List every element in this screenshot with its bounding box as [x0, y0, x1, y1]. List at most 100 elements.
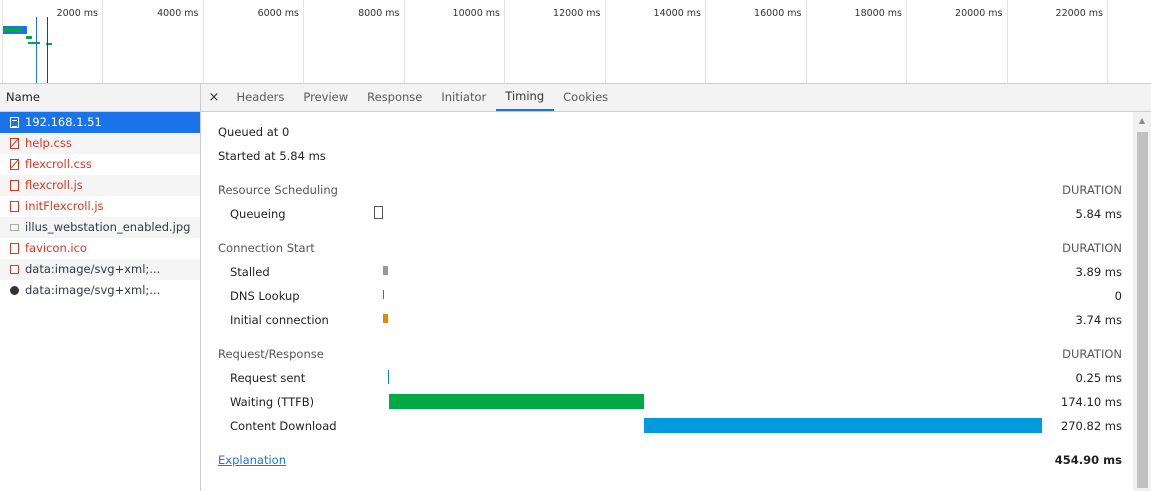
connection-start-title: Connection Start	[218, 241, 315, 255]
scroll-up-arrow-icon[interactable]: ▲	[1133, 112, 1151, 130]
dom-content-loaded-line	[36, 17, 37, 83]
overview-tick-label: 2000 ms	[56, 8, 98, 19]
vertical-scrollbar[interactable]: ▲	[1133, 112, 1151, 491]
request-list: 192.168.1.51 help.css flexcroll.css flexcro…	[0, 112, 200, 301]
overview-tick-label: 8000 ms	[358, 8, 400, 19]
details-tabbar: × Headers Preview Response Initiator Timing C…	[201, 84, 1151, 112]
duration-header: DURATION	[1062, 183, 1122, 197]
request-name: 192.168.1.51	[25, 115, 102, 129]
scrollbar-thumb[interactable]	[1137, 132, 1148, 488]
request-name: initFlexcroll.js	[25, 199, 104, 213]
total-duration: 454.90 ms	[1054, 453, 1122, 467]
request-name: favicon.ico	[25, 241, 87, 255]
request-name: help.css	[25, 136, 72, 150]
overview-gridline	[2, 0, 3, 83]
initial-connection-label: Initial connection	[230, 313, 329, 327]
overview-gridline	[102, 0, 103, 83]
duration-header: DURATION	[1062, 347, 1122, 361]
request-row[interactable]: 192.168.1.51	[0, 112, 200, 133]
svg-image-icon	[10, 265, 19, 274]
request-response-title: Request/Response	[218, 347, 324, 361]
dns-lookup-label: DNS Lookup	[230, 289, 300, 303]
tab-preview[interactable]: Preview	[294, 84, 358, 111]
overview-gridline	[403, 0, 405, 83]
request-list-panel: Name 192.168.1.51 help.css flexcroll.css fl…	[0, 84, 201, 491]
stalled-bar[interactable]	[383, 266, 388, 275]
request-row[interactable]: flexcroll.js	[0, 175, 200, 196]
timing-panel: Queued at 0 Started at 5.84 ms Resource …	[201, 112, 1131, 491]
file-icon	[10, 243, 19, 254]
image-icon	[10, 224, 19, 231]
load-event-line	[47, 17, 48, 83]
queueing-bar[interactable]	[374, 206, 383, 219]
tab-cookies[interactable]: Cookies	[554, 84, 618, 111]
request-name: flexcroll.css	[25, 157, 92, 171]
request-sent-bar[interactable]	[388, 370, 389, 384]
content-download-bar[interactable]	[644, 418, 1042, 433]
tab-response[interactable]: Response	[358, 84, 432, 111]
request-row[interactable]: favicon.ico	[0, 238, 200, 259]
request-name: illus_webstation_enabled.jpg	[25, 220, 191, 234]
overview-tick-label: 14000 ms	[653, 8, 701, 19]
request-row[interactable]: help.css	[0, 133, 200, 154]
overview-tick-label: 10000 ms	[452, 8, 500, 19]
content-download-label: Content Download	[230, 419, 337, 433]
queueing-label: Queueing	[230, 207, 286, 221]
tab-initiator[interactable]: Initiator	[432, 84, 496, 111]
stalled-duration: 3.89 ms	[1075, 265, 1122, 279]
request-name: data:image/svg+xml;...	[25, 283, 161, 297]
js-file-icon	[10, 201, 19, 212]
overview-request-bar	[28, 42, 40, 44]
overview-gridline	[504, 0, 505, 83]
queueing-duration: 5.84 ms	[1075, 207, 1122, 221]
started-at-text: Started at 5.84 ms	[218, 149, 326, 163]
waiting-ttfb-duration: 174.10 ms	[1060, 395, 1122, 409]
tab-timing[interactable]: Timing	[495, 84, 554, 111]
waiting-ttfb-bar[interactable]	[389, 394, 644, 409]
dns-lookup-bar[interactable]	[383, 290, 384, 299]
overview-gridline	[906, 0, 907, 83]
explanation-link[interactable]: Explanation	[218, 453, 286, 467]
request-row[interactable]: initFlexcroll.js	[0, 196, 200, 217]
initial-connection-bar[interactable]	[383, 314, 388, 323]
stalled-label: Stalled	[230, 265, 270, 279]
overview-gridline	[202, 0, 204, 83]
dns-lookup-duration: 0	[1114, 289, 1122, 303]
request-details-panel: × Headers Preview Response Initiator Timing C…	[201, 84, 1151, 491]
name-column-header[interactable]: Name	[0, 84, 200, 112]
request-row[interactable]: data:image/svg+xml;...	[0, 259, 200, 280]
js-file-icon	[10, 180, 19, 191]
request-name: flexcroll.js	[25, 178, 83, 192]
overview-tick-label: 4000 ms	[157, 8, 199, 19]
overview-gridline	[1006, 0, 1008, 83]
waiting-ttfb-label: Waiting (TTFB)	[230, 395, 315, 409]
css-file-icon	[10, 159, 19, 170]
overview-tick-label: 22000 ms	[1055, 8, 1103, 19]
overview-gridline	[805, 0, 807, 83]
request-row[interactable]: flexcroll.css	[0, 154, 200, 175]
close-icon[interactable]: ×	[201, 84, 227, 111]
request-sent-duration: 0.25 ms	[1075, 371, 1122, 385]
document-icon	[10, 117, 19, 128]
tab-headers[interactable]: Headers	[227, 84, 294, 111]
resource-scheduling-title: Resource Scheduling	[218, 183, 338, 197]
svg-image-icon	[10, 286, 19, 295]
overview-tick-label: 18000 ms	[854, 8, 902, 19]
overview-tick-label: 12000 ms	[553, 8, 601, 19]
overview-tick-label: 6000 ms	[257, 8, 299, 19]
overview-gridline	[705, 0, 706, 83]
network-overview[interactable]: 2000 ms 4000 ms 6000 ms 8000 ms 10000 ms 1200…	[0, 0, 1151, 84]
request-sent-label: Request sent	[230, 371, 306, 385]
overview-tick-label: 20000 ms	[955, 8, 1003, 19]
content-download-duration: 270.82 ms	[1060, 419, 1122, 433]
css-file-icon	[10, 138, 19, 149]
overview-request-bar	[3, 28, 21, 32]
overview-request-bar	[26, 36, 32, 39]
request-row[interactable]: data:image/svg+xml;...	[0, 280, 200, 301]
duration-header: DURATION	[1062, 241, 1122, 255]
overview-gridline	[604, 0, 606, 83]
overview-gridline	[1107, 0, 1108, 83]
overview-tick-label: 16000 ms	[754, 8, 802, 19]
request-row[interactable]: illus_webstation_enabled.jpg	[0, 217, 200, 238]
overview-gridline	[303, 0, 304, 83]
